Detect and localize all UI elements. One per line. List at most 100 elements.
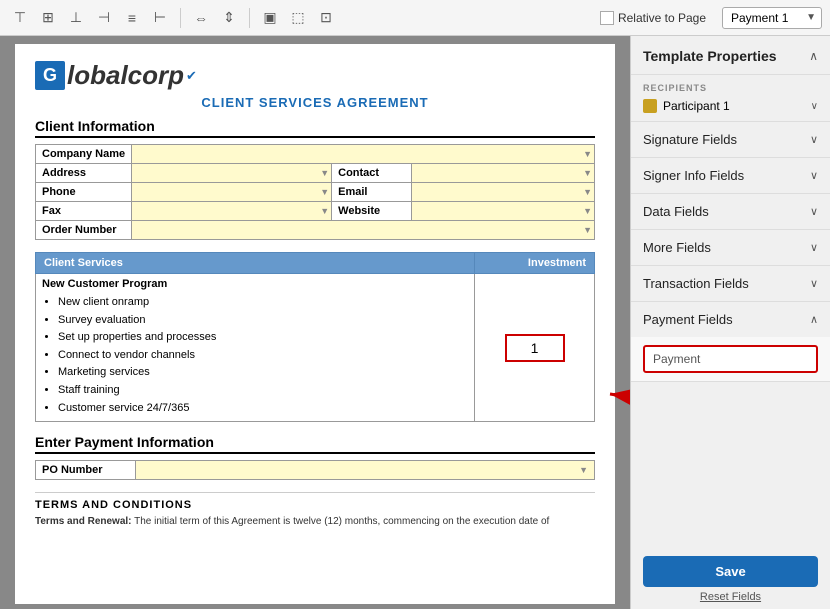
document-area[interactable]: G lobalcorp ✔ CLIENT SERVICES AGREEMENT … (0, 36, 630, 609)
more-fields-section: More Fields ∨ (631, 230, 830, 266)
signature-fields-title: Signature Fields (643, 132, 737, 147)
toolbar-divider-1 (180, 8, 181, 28)
email-value[interactable] (412, 183, 595, 202)
terms-body: The initial term of this Agreement is tw… (134, 516, 549, 527)
po-value[interactable] (136, 461, 595, 480)
services-table: Client Services Investment New Customer … (35, 252, 595, 422)
payment-fields-section: Payment Fields ∧ Payment (631, 302, 830, 382)
signature-fields-chevron-icon: ∨ (810, 133, 818, 146)
table-row: Order Number (36, 221, 595, 240)
order-number-label: Order Number (36, 221, 132, 240)
payment-heading: Enter Payment Information (35, 434, 595, 454)
phone-value[interactable] (132, 183, 332, 202)
toolbar-icon-10[interactable]: ⬚ (286, 6, 310, 30)
payment-fields-header[interactable]: Payment Fields ∧ (631, 302, 830, 337)
logo-text: lobalcorp (67, 60, 184, 91)
recipients-label: RECIPIENTS (643, 83, 818, 93)
list-item: Survey evaluation (58, 312, 468, 330)
toolbar-icon-6[interactable]: ⊢ (148, 6, 172, 30)
doc-page: G lobalcorp ✔ CLIENT SERVICES AGREEMENT … (15, 44, 615, 604)
fax-value[interactable] (132, 202, 332, 221)
toolbar-icon-2[interactable]: ⊞ (36, 6, 60, 30)
investment-cell: 1 (475, 274, 595, 422)
table-row: Phone Email (36, 183, 595, 202)
client-info-table: Company Name Address Contact Phone Email (35, 144, 595, 240)
logo-check-icon: ✔ (186, 68, 197, 84)
relative-to-page-group: Relative to Page (600, 11, 706, 25)
toolbar-icon-4[interactable]: ⊣ (92, 6, 116, 30)
list-item: Set up properties and processes (58, 329, 468, 347)
fax-label: Fax (36, 202, 132, 221)
save-area: Save Reset Fields (631, 546, 830, 609)
table-row: Company Name (36, 145, 595, 164)
relative-to-page-label: Relative to Page (618, 11, 706, 25)
website-value[interactable] (412, 202, 595, 221)
toolbar-icon-5[interactable]: ≡ (120, 6, 144, 30)
recipient-name: Participant 1 (663, 99, 811, 113)
transaction-fields-chevron-icon: ∨ (810, 277, 818, 290)
more-fields-header[interactable]: More Fields ∨ (631, 230, 830, 265)
panel-collapse-icon[interactable]: ∧ (809, 49, 818, 63)
investment-field[interactable]: 1 (505, 334, 565, 362)
recipient-color-dot (643, 99, 657, 113)
relative-page-checkbox-icon (600, 11, 614, 25)
address-value[interactable] (132, 164, 332, 183)
payment-fields-chevron-icon: ∧ (810, 313, 818, 326)
transaction-fields-section: Transaction Fields ∨ (631, 266, 830, 302)
services-col-header: Client Services (36, 253, 475, 274)
transaction-fields-title: Transaction Fields (643, 276, 749, 291)
signer-info-fields-header[interactable]: Signer Info Fields ∨ (631, 158, 830, 193)
services-list: New client onramp Survey evaluation Set … (42, 294, 468, 417)
toolbar: ⊤ ⊞ ⊥ ⊣ ≡ ⊢ ⇔ ⇕ ▣ ⬚ ⊡ Relative to Page P… (0, 0, 830, 36)
list-item: New client onramp (58, 294, 468, 312)
page-dropdown[interactable]: Payment 1 Payment 2 (722, 7, 822, 29)
panel-title: Template Properties (643, 48, 777, 64)
data-fields-title: Data Fields (643, 204, 709, 219)
data-fields-chevron-icon: ∨ (810, 205, 818, 218)
contact-value[interactable] (412, 164, 595, 183)
contact-label: Contact (332, 164, 412, 183)
toolbar-icon-11[interactable]: ⊡ (314, 6, 338, 30)
service-name-cell: New Customer Program New client onramp S… (36, 274, 475, 422)
panel-header: Template Properties ∧ (631, 36, 830, 75)
po-label: PO Number (36, 461, 136, 480)
list-item: Marketing services (58, 364, 468, 382)
page-dropdown-wrapper[interactable]: Payment 1 Payment 2 ▼ (722, 7, 822, 29)
phone-label: Phone (36, 183, 132, 202)
save-button[interactable]: Save (643, 556, 818, 587)
list-item: Staff training (58, 382, 468, 400)
list-item: Connect to vendor channels (58, 347, 468, 365)
logo-badge: G (35, 61, 65, 90)
website-label: Website (332, 202, 412, 221)
payment-fields-content: Payment (631, 337, 830, 381)
toolbar-icon-7[interactable]: ⇔ (189, 6, 213, 30)
order-number-value[interactable] (132, 221, 595, 240)
logo-area: G lobalcorp ✔ (35, 60, 595, 91)
signature-fields-header[interactable]: Signature Fields ∨ (631, 122, 830, 157)
toolbar-icon-1[interactable]: ⊤ (8, 6, 32, 30)
signer-info-chevron-icon: ∨ (810, 169, 818, 182)
toolbar-icon-3[interactable]: ⊥ (64, 6, 88, 30)
reset-fields-link[interactable]: Reset Fields (643, 591, 818, 603)
transaction-fields-header[interactable]: Transaction Fields ∨ (631, 266, 830, 301)
recipient-item[interactable]: Participant 1 ∨ (643, 99, 818, 113)
recipients-section: RECIPIENTS Participant 1 ∨ (631, 75, 830, 122)
panel-spacer (631, 382, 830, 546)
signature-fields-section: Signature Fields ∨ (631, 122, 830, 158)
right-panel: Template Properties ∧ RECIPIENTS Partici… (630, 36, 830, 609)
payment-fields-title: Payment Fields (643, 312, 733, 327)
terms-strong: Terms and Renewal: (35, 516, 132, 527)
table-row: Address Contact (36, 164, 595, 183)
main-area: G lobalcorp ✔ CLIENT SERVICES AGREEMENT … (0, 36, 830, 609)
toolbar-icon-8[interactable]: ⇕ (217, 6, 241, 30)
toolbar-icon-9[interactable]: ▣ (258, 6, 282, 30)
terms-heading: TERMS AND CONDITIONS (35, 492, 595, 511)
address-label: Address (36, 164, 132, 183)
payment-field-item[interactable]: Payment (643, 345, 818, 373)
table-row: New Customer Program New client onramp S… (36, 274, 595, 422)
company-name-value[interactable] (132, 145, 595, 164)
list-item: Customer service 24/7/365 (58, 400, 468, 418)
company-name-label: Company Name (36, 145, 132, 164)
data-fields-header[interactable]: Data Fields ∨ (631, 194, 830, 229)
signer-info-fields-section: Signer Info Fields ∨ (631, 158, 830, 194)
